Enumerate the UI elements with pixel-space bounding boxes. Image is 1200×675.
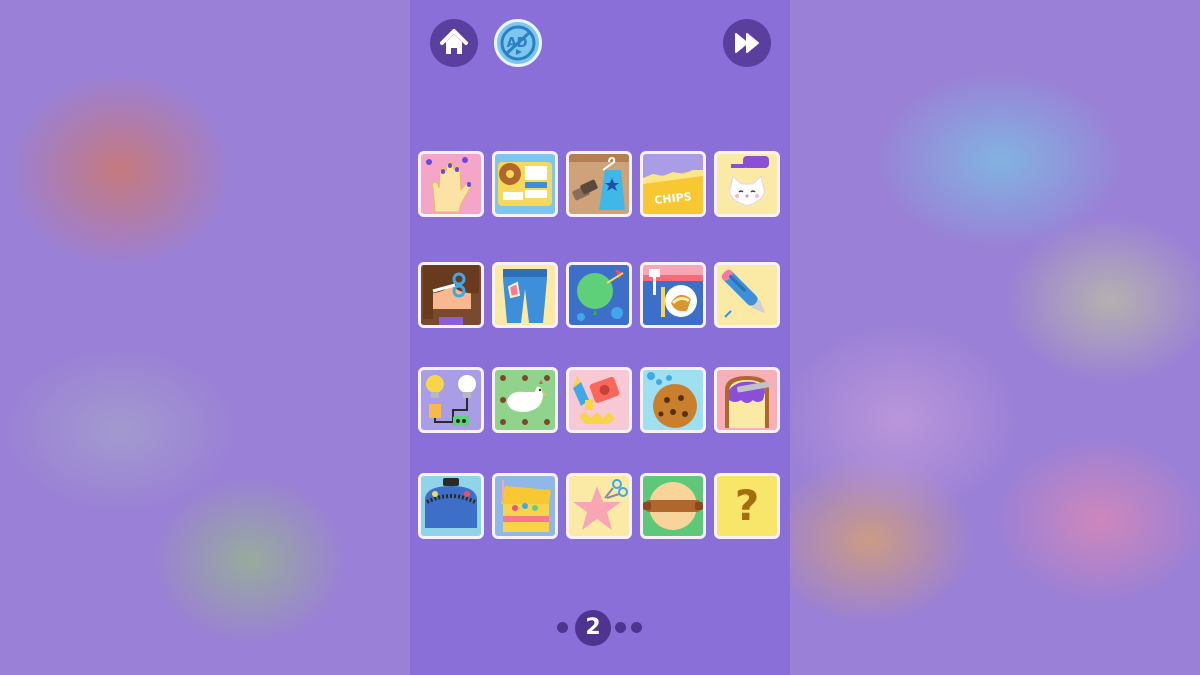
fast-forward-icon bbox=[735, 33, 759, 53]
page-indicator: 2 bbox=[410, 610, 790, 646]
level-tile-lunchbox[interactable] bbox=[492, 151, 558, 217]
clothes-tag-dress-icon bbox=[569, 154, 629, 210]
level-tile-zipper[interactable] bbox=[418, 473, 484, 539]
page-dot[interactable] bbox=[631, 622, 642, 633]
cookie-icon bbox=[647, 372, 697, 428]
toast-jam-icon bbox=[725, 376, 769, 428]
page-dot[interactable] bbox=[615, 622, 626, 633]
level-tile-toast[interactable] bbox=[714, 367, 780, 433]
level-tile-haircut[interactable] bbox=[418, 262, 484, 328]
nail-painting-hand-icon bbox=[426, 157, 472, 213]
house-icon bbox=[440, 29, 468, 54]
question-mark-icon: ? bbox=[734, 481, 760, 530]
level-tile-balloon[interactable] bbox=[566, 262, 632, 328]
level-tile-chicken[interactable] bbox=[492, 367, 558, 433]
pen-icon bbox=[721, 269, 766, 318]
level-tile-nail-painting[interactable] bbox=[418, 151, 484, 217]
level-tile-chips[interactable]: CHIPS bbox=[640, 151, 706, 217]
sandwich-plate-icon bbox=[643, 269, 703, 325]
level-tile-light-bulb[interactable] bbox=[418, 367, 484, 433]
level-tile-pen[interactable] bbox=[714, 262, 780, 328]
level-tile-cookie[interactable] bbox=[640, 367, 706, 433]
light-bulb-battery-icon bbox=[426, 375, 476, 426]
level-tile-jeans[interactable] bbox=[492, 262, 558, 328]
level-tile-star[interactable] bbox=[566, 473, 632, 539]
balloon-pop-icon bbox=[577, 269, 624, 321]
no-ads-icon: AD bbox=[500, 25, 536, 61]
no-ads-label: AD bbox=[507, 36, 528, 51]
no-ads-button[interactable]: AD bbox=[494, 19, 542, 67]
zipper-lunchbox-icon bbox=[421, 476, 481, 536]
level-tile-sharpener[interactable] bbox=[566, 367, 632, 433]
treasure-chest-icon bbox=[501, 480, 551, 532]
skip-button[interactable] bbox=[723, 19, 771, 67]
level-tile-cat[interactable] bbox=[714, 151, 780, 217]
level-tile-rolling-pin[interactable] bbox=[640, 473, 706, 539]
level-tile-sandwich[interactable] bbox=[640, 262, 706, 328]
chicken-icon bbox=[500, 375, 550, 425]
level-tile-treasure[interactable] bbox=[492, 473, 558, 539]
rolling-pin-dough-icon bbox=[643, 482, 703, 530]
current-page-number: 2 bbox=[575, 610, 611, 646]
home-button[interactable] bbox=[430, 19, 478, 67]
cat-brush-icon bbox=[729, 156, 769, 207]
pencil-sharpener-icon bbox=[573, 376, 620, 424]
jeans-patch-icon bbox=[503, 269, 547, 323]
level-tile-mystery[interactable]: ? bbox=[714, 473, 780, 539]
lunchbox-donut-icon bbox=[498, 162, 552, 206]
star-scissors-icon bbox=[573, 479, 628, 530]
game-screen: AD CHIPS ? 2 bbox=[410, 0, 790, 675]
level-tile-clothes[interactable] bbox=[566, 151, 632, 217]
page-dot[interactable] bbox=[557, 622, 568, 633]
hair-cut-scissors-icon bbox=[421, 265, 481, 325]
